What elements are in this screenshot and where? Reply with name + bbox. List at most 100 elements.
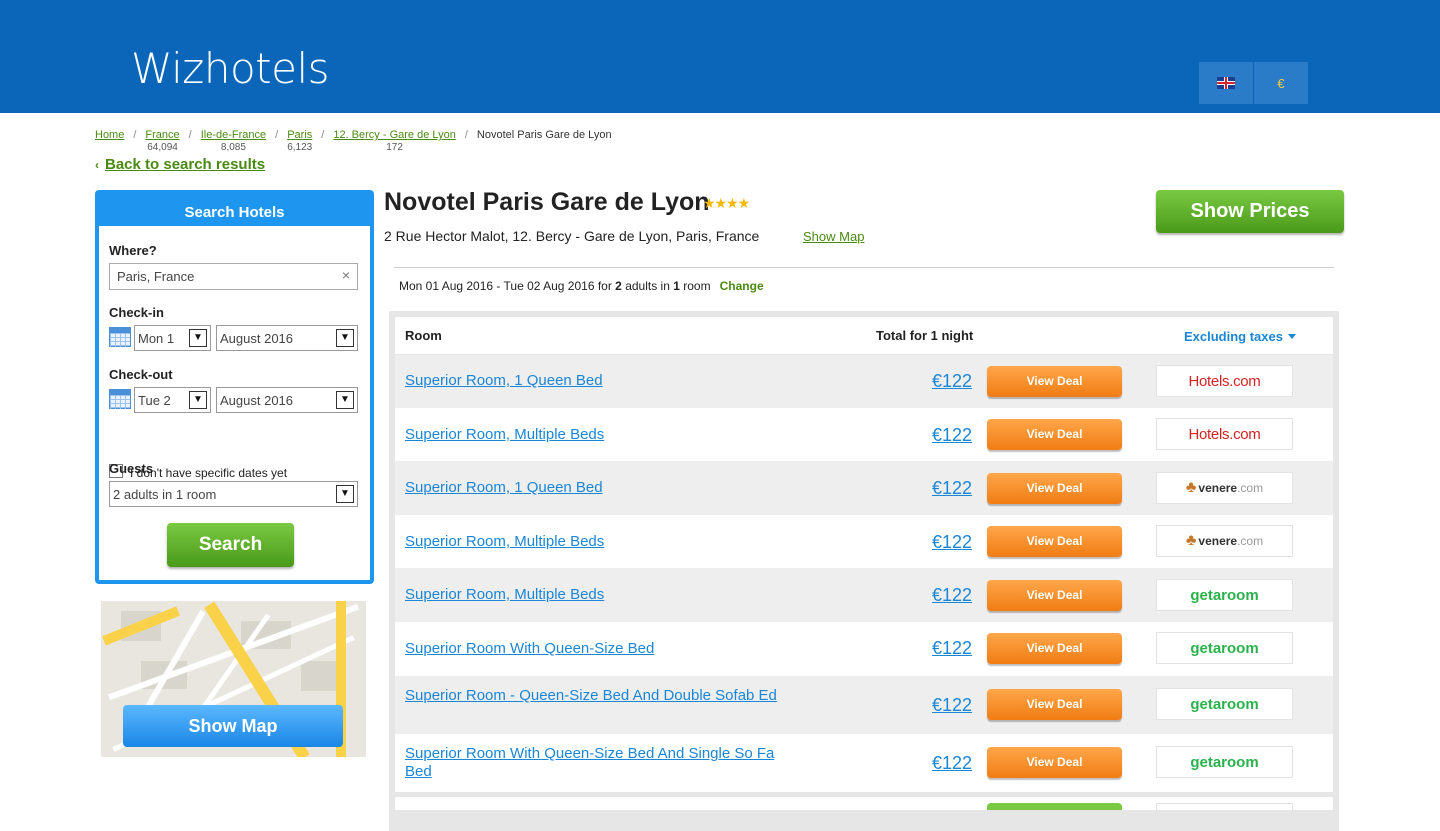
dates-text: adults in [621,279,674,293]
table-row: Superior Room - Queen-Size Bed And Doubl… [395,676,1333,734]
room-name-link[interactable]: Superior Room, 1 Queen Bed [405,372,785,390]
room-name-link[interactable]: Superior Room, 1 Queen Bed [405,479,785,497]
room-name-link[interactable]: Superior Room - Queen-Size Bed And Doubl… [405,687,785,705]
room-price[interactable]: €122 [932,532,972,553]
provider-name: ♣ venere.com [1185,479,1264,496]
guests-select[interactable]: 2 adults in 1 room ▼ [109,481,358,507]
show-map-button[interactable]: Show Map [123,705,343,747]
room-price[interactable]: €122 [932,638,972,659]
dates-summary: Mon 01 Aug 2016 - Tue 02 Aug 2016 for 2 … [399,279,764,293]
room-price[interactable]: €122 [932,585,972,606]
breadcrumb-link-region[interactable]: Ile-de-France [201,129,266,141]
room-name-link[interactable]: Superior Room With Queen-Size Bed And Si… [405,745,785,781]
checkin-day-select[interactable]: Mon 1 ▼ [134,325,211,351]
view-deal-button[interactable]: View Deal [987,419,1122,450]
room-price[interactable]: €122 [932,371,972,392]
view-deal-button[interactable]: View Deal [987,633,1122,664]
checkin-month-value: August 2016 [220,331,294,346]
breadcrumb-link-district[interactable]: 12. Bercy - Gare de Lyon [333,129,456,141]
change-dates-link[interactable]: Change [720,279,764,293]
provider-logo-venere[interactable]: ♣ venere.com [1156,472,1293,504]
calendar-icon[interactable] [109,389,131,409]
view-deal-button[interactable]: View Deal [987,526,1122,557]
provider-logo-hotelscom[interactable]: Hotels.com [1156,365,1293,397]
breadcrumb-separator: / [464,129,468,141]
map-thumbnail[interactable]: Show Map [101,601,366,757]
language-button[interactable] [1199,62,1253,104]
provider-name: getaroom [1190,639,1259,657]
currency-button[interactable]: € [1254,62,1308,104]
show-prices-button[interactable]: Show Prices [1156,190,1344,233]
caret-down-icon [1287,334,1296,339]
venere-logo-icon: ♣ [1185,479,1197,496]
breadcrumb-item-city: Paris 6,123 [287,129,312,153]
chevron-down-icon: ▼ [336,329,354,347]
view-deal-button[interactable]: View Deal [987,689,1122,720]
breadcrumb-link-city[interactable]: Paris [287,129,312,141]
breadcrumb-count: 6,123 [287,142,313,153]
breadcrumb-item-home: Home [95,129,124,153]
breadcrumb-separator: / [321,129,325,141]
no-dates-label: I don't have specific dates yet [130,466,288,480]
calendar-icon[interactable] [109,327,131,347]
breadcrumb-current: Novotel Paris Gare de Lyon [476,129,612,141]
header-controls: € [1199,62,1309,104]
room-name-link[interactable]: Superior Room, Multiple Beds [405,533,785,551]
venere-logo-icon: ♣ [1185,532,1197,549]
provider-logo-getaroom[interactable]: getaroom [1156,632,1293,664]
provider-logo-venere[interactable]: ♣ venere.com [1156,525,1293,557]
uk-flag-icon [1217,77,1235,89]
checkout-day-value: Tue 2 [138,393,171,408]
breadcrumb-count: 172 [386,142,403,153]
room-name-link[interactable]: Superior Room, Multiple Beds [405,426,785,444]
view-deal-button[interactable]: View Deal [987,747,1122,778]
room-name-link[interactable]: Superior Room With Queen-Size Bed [405,640,785,658]
view-deal-button[interactable]: View Deal [987,366,1122,397]
provider-logo-partial [1156,803,1293,810]
site-logo[interactable]: Wizhotels [131,44,330,93]
table-row-partial [395,797,1333,810]
clear-icon[interactable]: × [342,267,350,283]
checkout-day-select[interactable]: Tue 2 ▼ [134,387,211,413]
checkin-month-select[interactable]: August 2016 ▼ [216,325,358,351]
search-panel-title: Search Hotels [184,204,285,221]
chevron-down-icon: ▼ [336,391,354,409]
checkin-day-value: Mon 1 [138,331,175,346]
tax-dropdown-label: Excluding taxes [1184,329,1283,344]
search-button[interactable]: Search [167,523,294,567]
room-price[interactable]: €122 [932,425,972,446]
breadcrumb-link-home[interactable]: Home [95,129,124,141]
tax-dropdown[interactable]: Excluding taxes [1184,329,1296,344]
provider-logo-getaroom[interactable]: getaroom [1156,746,1293,778]
hotel-name: Novotel Paris Gare de Lyon [384,188,710,216]
provider-name: Hotels.com [1188,425,1261,443]
view-deal-button[interactable]: View Deal [987,473,1122,504]
breadcrumb-link-france[interactable]: France [145,129,179,141]
provider-logo-hotelscom[interactable]: Hotels.com [1156,418,1293,450]
room-price[interactable]: €122 [932,695,972,716]
breadcrumb-separator: / [133,129,137,141]
room-price[interactable]: €122 [932,753,972,774]
where-input[interactable]: Paris, France × [109,263,358,290]
breadcrumb-count: 64,094 [147,142,178,153]
top-header: Wizhotels € [0,0,1440,113]
adults-count: 2 [615,279,622,293]
provider-logo-getaroom[interactable]: getaroom [1156,579,1293,611]
view-deal-button-partial[interactable] [987,803,1122,810]
where-value: Paris, France [117,269,195,284]
back-to-results-link[interactable]: ‹ Back to search results [95,156,265,173]
breadcrumb-count: 8,085 [220,142,246,153]
provider-logo-getaroom[interactable]: getaroom [1156,688,1293,720]
checkout-month-select[interactable]: August 2016 ▼ [216,387,358,413]
breadcrumb-item-france: France 64,094 [145,129,179,153]
column-room: Room [405,328,442,343]
room-price[interactable]: €122 [932,478,972,499]
rooms-count: 1 [673,279,680,293]
show-map-link[interactable]: Show Map [803,229,864,244]
dates-text: Mon 01 Aug 2016 - Tue 02 Aug 2016 for [399,279,616,293]
table-row: Superior Room, Multiple Beds €122 View D… [395,515,1333,568]
back-link-label: Back to search results [105,156,266,173]
room-name-link[interactable]: Superior Room, Multiple Beds [405,586,785,604]
view-deal-button[interactable]: View Deal [987,580,1122,611]
breadcrumb: Home / France 64,094 / Ile-de-France 8,0… [95,129,612,153]
